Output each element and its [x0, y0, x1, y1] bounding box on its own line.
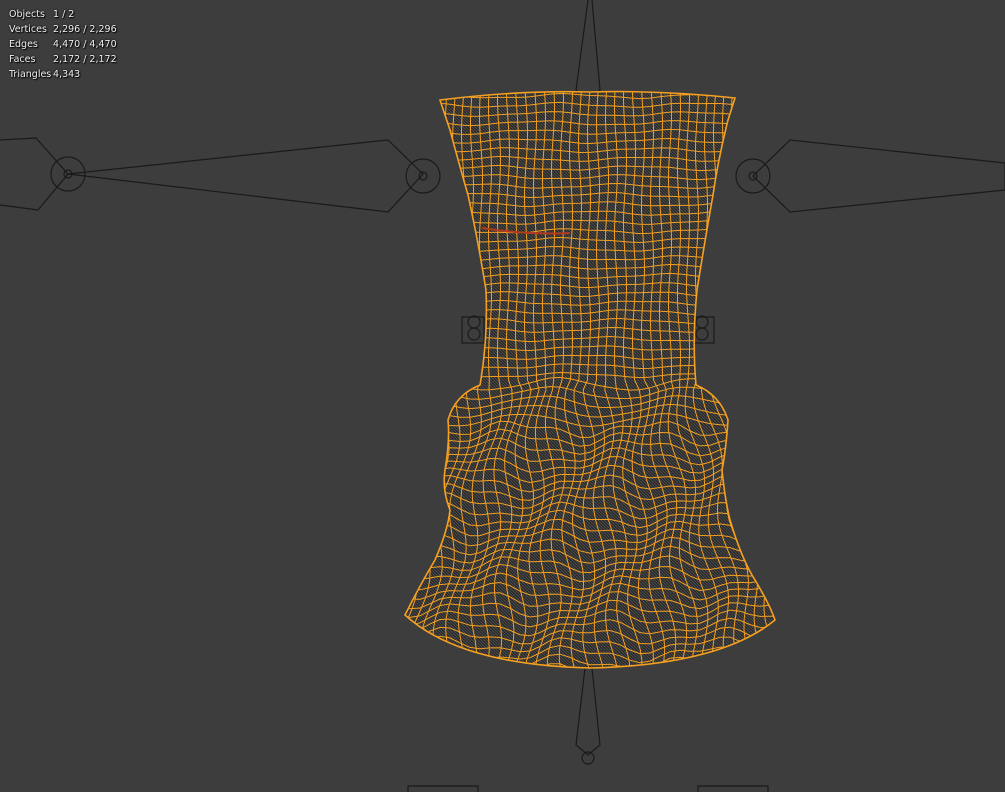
- mesh-edge-column: [338, 90, 404, 670]
- stat-label: Vertices: [9, 24, 47, 35]
- tail-joint[interactable]: [581, 751, 595, 765]
- stat-triangles: Triangles 4,343: [9, 67, 117, 82]
- stat-value: 2,296 / 2,296: [53, 24, 117, 35]
- right-foot-bone[interactable]: [697, 785, 769, 792]
- dress-mesh[interactable]: [338, 85, 839, 681]
- stat-objects: Objects 1 / 2: [9, 7, 117, 22]
- right-upper-arm-bone[interactable]: [752, 139, 1005, 213]
- left-forearm-bone[interactable]: [0, 137, 69, 211]
- stat-label: Faces: [9, 54, 36, 65]
- left-hip-joint[interactable]: [467, 315, 481, 329]
- statistics-overlay: Objects 1 / 2 Vertices 2,296 / 2,296 Edg…: [9, 7, 117, 82]
- stat-value: 4,470 / 4,470: [53, 39, 117, 50]
- mesh-edge-column: [757, 91, 775, 669]
- left-upper-arm-bone[interactable]: [67, 139, 424, 213]
- stat-value: 2,172 / 2,172: [53, 54, 117, 65]
- mesh-edge-column: [777, 90, 839, 670]
- mesh-edge-column: [766, 91, 775, 669]
- left-hip-joint-lower[interactable]: [467, 327, 481, 341]
- stat-label: Triangles: [9, 69, 52, 80]
- mesh-edge-column: [405, 91, 413, 669]
- left-foot-bone[interactable]: [407, 785, 479, 792]
- stat-edges: Edges 4,470 / 4,470: [9, 37, 117, 52]
- stat-label: Edges: [9, 39, 38, 50]
- tail-bone[interactable]: [575, 667, 601, 756]
- left-collar-joint[interactable]: [405, 158, 441, 194]
- right-hip-joint[interactable]: [695, 315, 709, 329]
- stat-faces: Faces 2,172 / 2,172: [9, 52, 117, 67]
- right-hip-joint-lower[interactable]: [695, 327, 709, 341]
- stat-label: Objects: [9, 9, 45, 20]
- left-hip-box[interactable]: [461, 316, 485, 344]
- stat-value: 4,343: [53, 69, 81, 80]
- scene-canvas[interactable]: [0, 0, 1005, 792]
- mesh-edge-column: [748, 91, 775, 669]
- mesh-edge-column: [405, 91, 421, 669]
- 3d-viewport[interactable]: Objects 1 / 2 Vertices 2,296 / 2,296 Edg…: [0, 0, 1005, 792]
- stat-vertices: Vertices 2,296 / 2,296: [9, 22, 117, 37]
- stat-value: 1 / 2: [53, 9, 75, 20]
- spine-top-bone[interactable]: [575, 0, 601, 101]
